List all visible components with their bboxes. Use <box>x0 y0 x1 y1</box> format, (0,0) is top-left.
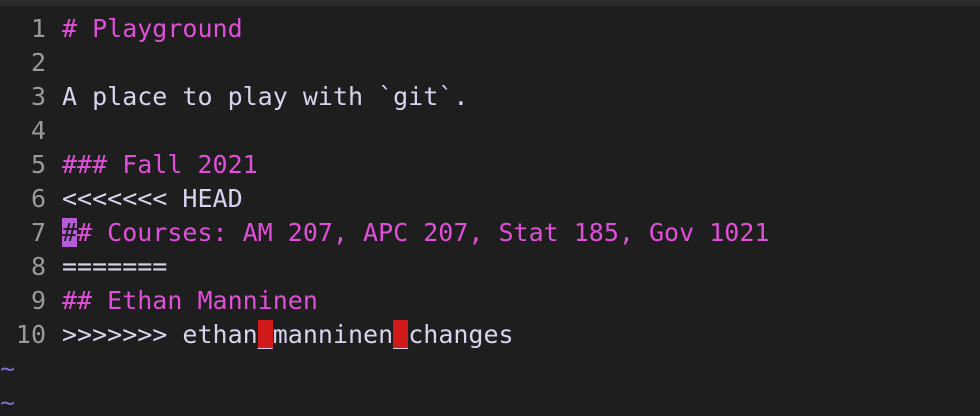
text-segment: >>>>>>> ethan <box>62 320 258 349</box>
line-content[interactable]: # Playground <box>62 12 243 46</box>
line-number: 8 <box>30 252 46 281</box>
line-content[interactable]: ### Fall 2021 <box>62 148 258 182</box>
text-segment: A place to play with `git`. <box>62 82 469 111</box>
line-content[interactable]: <<<<<<< HEAD <box>62 182 243 216</box>
line-number: 4 <box>30 116 46 145</box>
text-segment: ## Ethan Manninen <box>62 286 318 315</box>
vim-editor[interactable]: 1 # Playground 2 3 A place to play with `git… <box>0 0 980 416</box>
text-segment: ### Fall 2021 <box>62 150 258 179</box>
empty-line-marker: ~ <box>0 388 16 416</box>
editor-line[interactable]: 3 A place to play with `git`. <box>0 80 980 114</box>
editor-line[interactable]: 8 ======= <box>0 250 980 284</box>
error-highlight: _ <box>257 320 273 349</box>
line-number: 10 <box>15 320 46 349</box>
editor-line[interactable]: 1 # Playground <box>0 12 980 46</box>
editor-line[interactable]: 6 <<<<<<< HEAD <box>0 182 980 216</box>
text-segment: changes <box>408 320 514 349</box>
line-content[interactable]: ## Ethan Manninen <box>62 284 318 318</box>
empty-line-marker: ~ <box>0 354 16 383</box>
editor-line[interactable]: 4 <box>0 114 980 148</box>
text-segment: # Playground <box>62 14 243 43</box>
editor-line[interactable]: 7 ## Courses: AM 207, APC 207, Stat 185, … <box>0 216 980 250</box>
text-segment: manninen <box>272 320 394 349</box>
line-content[interactable]: A place to play with `git`. <box>62 80 468 114</box>
line-number: 6 <box>30 184 46 213</box>
text-segment: # Courses: AM 207, APC 207, Stat 185, Go… <box>77 218 770 247</box>
line-number: 9 <box>30 286 46 315</box>
error-highlight: _ <box>393 320 409 349</box>
line-content[interactable]: >>>>>>> ethan_manninen_changes <box>62 318 514 352</box>
text-cursor: # <box>62 218 78 247</box>
line-number: 5 <box>30 150 46 179</box>
text-segment: <<<<<<< HEAD <box>62 184 243 213</box>
editor-line[interactable]: 9 ## Ethan Manninen <box>0 284 980 318</box>
editor-line[interactable]: 2 <box>0 46 980 80</box>
text-segment: ======= <box>62 252 168 281</box>
editor-line[interactable]: 5 ### Fall 2021 <box>0 148 980 182</box>
line-number: 3 <box>30 82 46 111</box>
line-number: 2 <box>30 48 46 77</box>
editor-line[interactable]: 10 >>>>>>> ethan_manninen_changes <box>0 318 980 352</box>
line-content[interactable]: ## Courses: AM 207, APC 207, Stat 185, G… <box>62 216 769 250</box>
line-number: 1 <box>30 14 46 43</box>
line-number: 7 <box>30 218 46 247</box>
line-content[interactable]: ======= <box>62 250 167 284</box>
